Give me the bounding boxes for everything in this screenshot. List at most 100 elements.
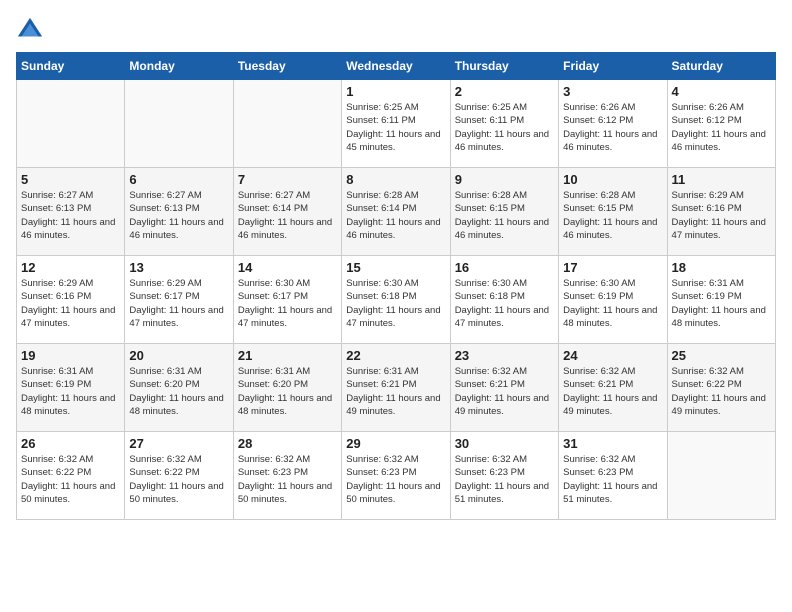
calendar-cell [125, 80, 233, 168]
calendar-cell: 25Sunrise: 6:32 AMSunset: 6:22 PMDayligh… [667, 344, 775, 432]
calendar-cell: 3Sunrise: 6:26 AMSunset: 6:12 PMDaylight… [559, 80, 667, 168]
day-info: Sunrise: 6:29 AMSunset: 6:16 PMDaylight:… [21, 277, 120, 330]
day-info: Sunrise: 6:32 AMSunset: 6:22 PMDaylight:… [129, 453, 228, 506]
day-info: Sunrise: 6:29 AMSunset: 6:17 PMDaylight:… [129, 277, 228, 330]
day-info: Sunrise: 6:30 AMSunset: 6:19 PMDaylight:… [563, 277, 662, 330]
calendar-cell: 20 Sunrise: 6:31 AMSunset: 6:20 PMDayligh… [125, 344, 233, 432]
day-info: Sunrise: 6:31 AMSunset: 6:19 PMDaylight:… [672, 277, 771, 330]
calendar-cell: 8 Sunrise: 6:28 AMSunset: 6:14 PMDaylight… [342, 168, 450, 256]
calendar-cell: 23Sunrise: 6:32 AMSunset: 6:21 PMDayligh… [450, 344, 558, 432]
day-number: 31 [563, 436, 662, 451]
day-number: 20 [129, 348, 228, 363]
day-number: 11 [672, 172, 771, 187]
day-number: 26 [21, 436, 120, 451]
calendar-cell: 18 Sunrise: 6:31 AMSunset: 6:19 PMDayligh… [667, 256, 775, 344]
calendar-cell: 28Sunrise: 6:32 AMSunset: 6:23 PMDayligh… [233, 432, 341, 520]
calendar-cell: 7Sunrise: 6:27 AMSunset: 6:14 PMDaylight… [233, 168, 341, 256]
day-number: 8 [346, 172, 445, 187]
day-of-week-header: Friday [559, 53, 667, 80]
day-info: Sunrise: 6:27 AMSunset: 6:14 PMDaylight:… [238, 189, 337, 242]
calendar-header-row: SundayMondayTuesdayWednesdayThursdayFrid… [17, 53, 776, 80]
calendar-cell: 13 Sunrise: 6:29 AMSunset: 6:17 PMDayligh… [125, 256, 233, 344]
calendar-cell: 2 Sunrise: 6:25 AMSunset: 6:11 PMDaylight… [450, 80, 558, 168]
day-number: 17 [563, 260, 662, 275]
day-number: 2 [455, 84, 554, 99]
day-info: Sunrise: 6:28 AMSunset: 6:15 PMDaylight:… [563, 189, 662, 242]
calendar-cell: 10 Sunrise: 6:28 AMSunset: 6:15 PMDayligh… [559, 168, 667, 256]
calendar-table: SundayMondayTuesdayWednesdayThursdayFrid… [16, 52, 776, 520]
day-info: Sunrise: 6:28 AMSunset: 6:14 PMDaylight:… [346, 189, 445, 242]
day-of-week-header: Monday [125, 53, 233, 80]
day-of-week-header: Saturday [667, 53, 775, 80]
logo [16, 16, 48, 44]
calendar-cell: 21Sunrise: 6:31 AMSunset: 6:20 PMDayligh… [233, 344, 341, 432]
day-number: 30 [455, 436, 554, 451]
calendar-body: 1 Sunrise: 6:25 AMSunset: 6:11 PMDaylight… [17, 80, 776, 520]
page-header [16, 16, 776, 44]
day-info: Sunrise: 6:32 AMSunset: 6:23 PMDaylight:… [346, 453, 445, 506]
day-info: Sunrise: 6:27 AMSunset: 6:13 PMDaylight:… [21, 189, 120, 242]
calendar-week-row: 12Sunrise: 6:29 AMSunset: 6:16 PMDayligh… [17, 256, 776, 344]
calendar-cell: 12Sunrise: 6:29 AMSunset: 6:16 PMDayligh… [17, 256, 125, 344]
day-of-week-header: Thursday [450, 53, 558, 80]
day-info: Sunrise: 6:32 AMSunset: 6:22 PMDaylight:… [672, 365, 771, 418]
calendar-cell: 6Sunrise: 6:27 AMSunset: 6:13 PMDaylight… [125, 168, 233, 256]
day-info: Sunrise: 6:25 AMSunset: 6:11 PMDaylight:… [346, 101, 445, 154]
calendar-cell [667, 432, 775, 520]
calendar-cell: 15 Sunrise: 6:30 AMSunset: 6:18 PMDayligh… [342, 256, 450, 344]
day-number: 1 [346, 84, 445, 99]
calendar-week-row: 19 Sunrise: 6:31 AMSunset: 6:19 PMDayligh… [17, 344, 776, 432]
day-info: Sunrise: 6:32 AMSunset: 6:22 PMDaylight:… [21, 453, 120, 506]
logo-icon [16, 16, 44, 44]
day-info: Sunrise: 6:30 AMSunset: 6:18 PMDaylight:… [346, 277, 445, 330]
calendar-cell: 11 Sunrise: 6:29 AMSunset: 6:16 PMDayligh… [667, 168, 775, 256]
day-info: Sunrise: 6:32 AMSunset: 6:21 PMDaylight:… [455, 365, 554, 418]
calendar-cell: 30Sunrise: 6:32 AMSunset: 6:23 PMDayligh… [450, 432, 558, 520]
calendar-cell: 4 Sunrise: 6:26 AMSunset: 6:12 PMDaylight… [667, 80, 775, 168]
day-number: 15 [346, 260, 445, 275]
calendar-cell: 19 Sunrise: 6:31 AMSunset: 6:19 PMDayligh… [17, 344, 125, 432]
day-of-week-header: Wednesday [342, 53, 450, 80]
day-number: 4 [672, 84, 771, 99]
calendar-cell: 17 Sunrise: 6:30 AMSunset: 6:19 PMDayligh… [559, 256, 667, 344]
calendar-cell: 1 Sunrise: 6:25 AMSunset: 6:11 PMDaylight… [342, 80, 450, 168]
day-number: 14 [238, 260, 337, 275]
day-info: Sunrise: 6:31 AMSunset: 6:19 PMDaylight:… [21, 365, 120, 418]
day-info: Sunrise: 6:26 AMSunset: 6:12 PMDaylight:… [563, 101, 662, 154]
calendar-week-row: 1 Sunrise: 6:25 AMSunset: 6:11 PMDaylight… [17, 80, 776, 168]
calendar-week-row: 26 Sunrise: 6:32 AMSunset: 6:22 PMDayligh… [17, 432, 776, 520]
day-info: Sunrise: 6:31 AMSunset: 6:20 PMDaylight:… [129, 365, 228, 418]
calendar-cell: 16 Sunrise: 6:30 AMSunset: 6:18 PMDayligh… [450, 256, 558, 344]
day-number: 22 [346, 348, 445, 363]
day-number: 27 [129, 436, 228, 451]
day-info: Sunrise: 6:25 AMSunset: 6:11 PMDaylight:… [455, 101, 554, 154]
day-info: Sunrise: 6:29 AMSunset: 6:16 PMDaylight:… [672, 189, 771, 242]
day-info: Sunrise: 6:26 AMSunset: 6:12 PMDaylight:… [672, 101, 771, 154]
day-number: 18 [672, 260, 771, 275]
day-number: 19 [21, 348, 120, 363]
calendar-cell [233, 80, 341, 168]
day-number: 6 [129, 172, 228, 187]
calendar-cell: 24 Sunrise: 6:32 AMSunset: 6:21 PMDayligh… [559, 344, 667, 432]
calendar-cell: 5Sunrise: 6:27 AMSunset: 6:13 PMDaylight… [17, 168, 125, 256]
day-info: Sunrise: 6:30 AMSunset: 6:17 PMDaylight:… [238, 277, 337, 330]
day-info: Sunrise: 6:32 AMSunset: 6:21 PMDaylight:… [563, 365, 662, 418]
day-of-week-header: Tuesday [233, 53, 341, 80]
calendar-cell: 29Sunrise: 6:32 AMSunset: 6:23 PMDayligh… [342, 432, 450, 520]
calendar-cell [17, 80, 125, 168]
calendar-cell: 14 Sunrise: 6:30 AMSunset: 6:17 PMDayligh… [233, 256, 341, 344]
day-info: Sunrise: 6:31 AMSunset: 6:21 PMDaylight:… [346, 365, 445, 418]
day-info: Sunrise: 6:30 AMSunset: 6:18 PMDaylight:… [455, 277, 554, 330]
day-info: Sunrise: 6:31 AMSunset: 6:20 PMDaylight:… [238, 365, 337, 418]
calendar-cell: 9Sunrise: 6:28 AMSunset: 6:15 PMDaylight… [450, 168, 558, 256]
calendar-cell: 31 Sunrise: 6:32 AMSunset: 6:23 PMDayligh… [559, 432, 667, 520]
day-number: 16 [455, 260, 554, 275]
day-number: 13 [129, 260, 228, 275]
day-number: 24 [563, 348, 662, 363]
calendar-cell: 22 Sunrise: 6:31 AMSunset: 6:21 PMDayligh… [342, 344, 450, 432]
day-info: Sunrise: 6:28 AMSunset: 6:15 PMDaylight:… [455, 189, 554, 242]
day-number: 10 [563, 172, 662, 187]
day-number: 28 [238, 436, 337, 451]
day-info: Sunrise: 6:32 AMSunset: 6:23 PMDaylight:… [563, 453, 662, 506]
calendar-cell: 27 Sunrise: 6:32 AMSunset: 6:22 PMDayligh… [125, 432, 233, 520]
